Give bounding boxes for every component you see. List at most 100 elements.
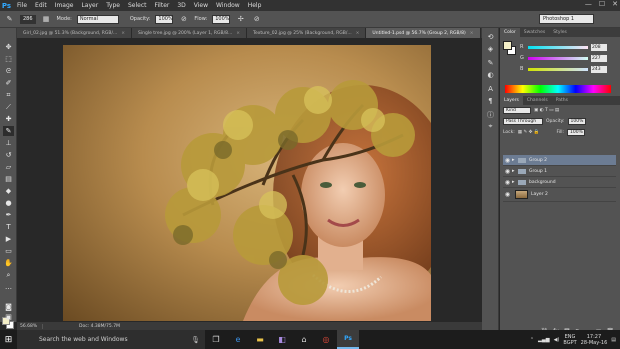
path-select-tool-icon[interactable]: ▶ bbox=[3, 234, 14, 244]
clone-stamp-tool-icon[interactable]: ⊥ bbox=[3, 138, 14, 148]
photoshop-taskbar-icon[interactable]: Ps bbox=[337, 330, 359, 349]
visibility-eye-icon[interactable]: ◉ bbox=[503, 157, 512, 164]
kind-filter-select[interactable]: Kind bbox=[503, 107, 531, 114]
menu-select[interactable]: Select bbox=[124, 2, 151, 9]
blue-slider[interactable] bbox=[528, 67, 588, 71]
menu-window[interactable]: Window bbox=[212, 2, 244, 9]
eraser-tool-icon[interactable]: ▱ bbox=[3, 162, 14, 172]
language-indicator[interactable]: ENG BGPT bbox=[563, 334, 576, 346]
hand-tool-icon[interactable]: ✋ bbox=[3, 258, 14, 268]
brush-presets-icon[interactable]: ✎ bbox=[486, 58, 495, 67]
tab-untitled-1[interactable]: Untitled-1.psd @ 56.7% (Group 2, RGB/8) × bbox=[366, 28, 481, 38]
tab-swatches[interactable]: Swatches bbox=[520, 28, 550, 37]
more-tools-icon[interactable]: … bbox=[3, 282, 14, 292]
volume-icon[interactable]: ◀) bbox=[554, 337, 560, 343]
tab-color[interactable]: Color bbox=[500, 28, 520, 37]
brush-tool-icon[interactable]: ✎ bbox=[3, 126, 14, 136]
brush-panel-icon[interactable]: ▦ bbox=[41, 14, 52, 25]
menu-view[interactable]: View bbox=[190, 2, 212, 9]
menu-layer[interactable]: Layer bbox=[77, 2, 102, 9]
crop-tool-icon[interactable]: ⌗ bbox=[3, 90, 14, 100]
red-value[interactable]: 208 bbox=[591, 43, 607, 51]
brush-tool-preset-icon[interactable]: ✎ bbox=[4, 14, 15, 25]
tab-styles[interactable]: Styles bbox=[549, 28, 571, 37]
document-canvas[interactable] bbox=[63, 45, 431, 321]
shape-tool-icon[interactable]: ▭ bbox=[3, 246, 14, 256]
character-icon[interactable]: A bbox=[486, 84, 495, 93]
dodge-tool-icon[interactable]: ● bbox=[3, 198, 14, 208]
menu-edit[interactable]: Edit bbox=[31, 2, 51, 9]
info-icon[interactable]: ⓘ bbox=[486, 110, 495, 119]
tab-single-tree[interactable]: Single tree.jpg @ 200% (Layer 1, RGB/8..… bbox=[132, 28, 248, 38]
menu-3d[interactable]: 3D bbox=[173, 2, 189, 9]
task-view-icon[interactable]: ❐ bbox=[205, 330, 227, 349]
tab-girl-02[interactable]: Girl_02.jpg @ 51.3% (Background, RGB/...… bbox=[17, 28, 133, 38]
store-icon[interactable]: ◧ bbox=[271, 330, 293, 349]
close-icon[interactable]: × bbox=[236, 31, 240, 36]
close-button[interactable]: ✕ bbox=[612, 0, 618, 8]
history-icon[interactable]: ⟲ bbox=[486, 32, 495, 41]
menu-image[interactable]: Image bbox=[51, 2, 78, 9]
menu-help[interactable]: Help bbox=[244, 2, 266, 9]
tray-chevron-icon[interactable]: ⌃ bbox=[530, 337, 534, 343]
windows-start-icon[interactable]: ⊞ bbox=[0, 330, 17, 349]
quick-mask-icon[interactable]: ◙ bbox=[3, 302, 14, 312]
layer-row-group-2[interactable]: ◉ ▸ Group 2 bbox=[503, 155, 616, 166]
move-tool-icon[interactable]: ✥ bbox=[3, 42, 14, 52]
quick-select-tool-icon[interactable]: ✐ bbox=[3, 78, 14, 88]
close-icon[interactable]: × bbox=[470, 31, 474, 36]
network-icon[interactable]: ▂▄▆ bbox=[538, 337, 550, 343]
zoom-tool-icon[interactable]: ⌕ bbox=[3, 270, 14, 280]
notifications-icon[interactable]: ▤ bbox=[611, 337, 616, 343]
color-spectrum[interactable] bbox=[505, 85, 611, 93]
blend-mode-select[interactable]: Pass Through bbox=[503, 118, 543, 125]
microphone-icon[interactable]: 🎙 bbox=[191, 336, 200, 344]
airbrush-icon[interactable]: ✢ bbox=[235, 14, 246, 25]
pen-tool-icon[interactable]: ✒ bbox=[3, 210, 14, 220]
close-icon[interactable]: × bbox=[121, 31, 125, 36]
workspace-select[interactable]: Photoshop 1 bbox=[539, 14, 594, 24]
red-slider[interactable] bbox=[528, 45, 588, 49]
minimize-button[interactable]: — bbox=[585, 0, 592, 8]
filter-icons[interactable]: ▣ ◐ T ▭ ▤ bbox=[534, 108, 559, 113]
adjustments-icon[interactable]: ◐ bbox=[486, 70, 495, 79]
file-explorer-icon[interactable]: ▬ bbox=[249, 330, 271, 349]
menu-filter[interactable]: Filter bbox=[151, 2, 174, 9]
layer-row-background[interactable]: ◉ ▸ background bbox=[503, 177, 616, 188]
flow-field[interactable]: 100% bbox=[212, 14, 231, 24]
blur-tool-icon[interactable]: ◆ bbox=[3, 186, 14, 196]
layer-row-layer-2[interactable]: ◉ Layer 2 bbox=[503, 188, 616, 202]
menu-file[interactable]: File bbox=[13, 2, 31, 9]
visibility-eye-icon[interactable]: ◉ bbox=[503, 168, 512, 175]
blue-value[interactable]: 243 bbox=[591, 65, 607, 73]
history-brush-tool-icon[interactable]: ↺ bbox=[3, 150, 14, 160]
tab-layers[interactable]: Layers bbox=[500, 96, 523, 105]
marquee-tool-icon[interactable]: ⬚ bbox=[3, 54, 14, 64]
layer-row-group-1[interactable]: ◉ ▸ Group 1 bbox=[503, 166, 616, 177]
pressure-size-icon[interactable]: ⊘ bbox=[251, 14, 262, 25]
edge-browser-icon[interactable]: e bbox=[227, 330, 249, 349]
fill-field[interactable]: 100% bbox=[567, 129, 585, 136]
gradient-tool-icon[interactable]: ▤ bbox=[3, 174, 14, 184]
navigator-icon[interactable]: ⌖ bbox=[486, 122, 495, 131]
tab-texture-02[interactable]: Texture_02.jpg @ 25% (Background, RGB/..… bbox=[247, 28, 367, 38]
maximize-button[interactable]: ☐ bbox=[599, 0, 605, 8]
opacity-field[interactable]: 100% bbox=[155, 14, 174, 24]
eyedropper-tool-icon[interactable]: ⟋ bbox=[3, 102, 14, 112]
properties-icon[interactable]: ◈ bbox=[486, 44, 495, 53]
screen-mode-icon[interactable]: ▣ bbox=[3, 312, 14, 322]
tab-channels[interactable]: Channels bbox=[523, 96, 552, 105]
visibility-eye-icon[interactable]: ◉ bbox=[503, 179, 512, 186]
doc-size[interactable]: Doc: 4.38M/75.7M bbox=[43, 324, 120, 329]
lock-icons[interactable]: ▦ ✎ ✥ 🔒 bbox=[518, 130, 540, 135]
lasso-tool-icon[interactable]: ᘓ bbox=[3, 66, 14, 76]
taskbar-search[interactable]: Search the web and Windows 🎙 bbox=[17, 330, 205, 349]
chrome-icon[interactable]: ◎ bbox=[315, 330, 337, 349]
close-icon[interactable]: × bbox=[356, 31, 360, 36]
mode-select[interactable]: Normal bbox=[76, 14, 119, 24]
foreground-color-swatch[interactable] bbox=[503, 41, 512, 50]
menu-type[interactable]: Type bbox=[102, 2, 124, 9]
clock[interactable]: 17:27 28-May-16 bbox=[581, 334, 608, 346]
pressure-opacity-icon[interactable]: ⊘ bbox=[178, 14, 189, 25]
paragraph-icon[interactable]: ¶ bbox=[486, 96, 495, 105]
